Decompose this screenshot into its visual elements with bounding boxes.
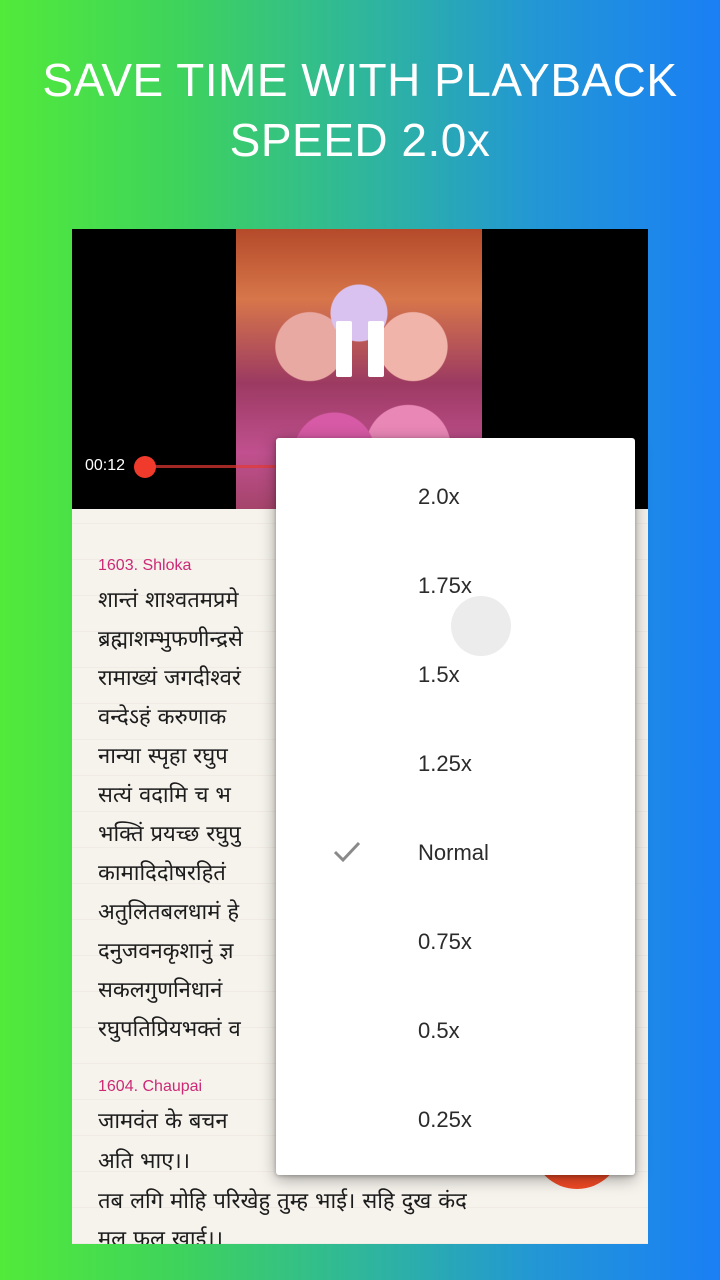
current-time: 00:12 [85,457,126,474]
verse-line: सत्यं वदामि च भ [98,783,231,808]
verse-line: वन्देऽहं करुणाक [98,705,227,730]
verse-line: नान्या स्पृहा रघुप [98,744,228,769]
speed-option-2-0x[interactable]: 2.0x [276,452,635,541]
speed-option-label: 1.25x [418,751,472,776]
verse-line: शान्तं शाश्वतमप्रमे [98,588,239,613]
verse-header: 1603. Shloka [98,557,192,574]
seek-handle[interactable] [134,456,156,478]
speed-option-0-75x[interactable]: 0.75x [276,897,635,986]
verse-line: मूल फल खाई।। [98,1227,224,1244]
speed-option-label: Normal [418,840,489,865]
seek-bar[interactable] [144,465,284,468]
verse-line: अतुलितबलधामं हे [98,900,240,925]
speed-option-1-25x[interactable]: 1.25x [276,719,635,808]
verse-line: कामादिदोषरहितं [98,861,226,886]
playback-speed-menu: 2.0x 1.75x 1.5x 1.25x Normal 0.75x 0.5x … [276,438,635,1175]
verse-line: भक्तिं प्रयच्छ रघुपु [98,822,241,847]
speed-option-1-5x[interactable]: 1.5x [276,630,635,719]
verse-line: रामाख्यं जगदीश्वरं [98,666,241,691]
pause-icon[interactable] [336,321,384,377]
speed-option-0-25x[interactable]: 0.25x [276,1075,635,1164]
speed-option-label: 2.0x [418,484,460,509]
check-icon [333,841,361,863]
verse-line: दनुजवनकृशानुं ज्ञ [98,939,234,964]
speed-option-label: 0.5x [418,1018,460,1043]
verse-line: रघुपतिप्रियभक्तं व [98,1017,241,1042]
speed-option-label: 1.5x [418,662,460,687]
promo-headline: SAVE TIME WITH PLAYBACK SPEED 2.0x [0,50,720,170]
verse-line: सकलगुणनिधानं [98,978,223,1003]
speed-option-1-75x[interactable]: 1.75x [276,541,635,630]
verse-line: अति भाए।। [98,1149,191,1174]
headline-line-1: SAVE TIME WITH PLAYBACK [42,54,678,106]
speed-option-0-5x[interactable]: 0.5x [276,986,635,1075]
speed-option-normal[interactable]: Normal [276,808,635,897]
verse-line: तब लगि मोहि परिखेहु तुम्ह भाई। सहि दुख क… [98,1189,467,1214]
speed-option-label: 0.75x [418,929,472,954]
verse-line: ब्रह्माशम्भुफणीन्द्रसे [98,627,243,652]
headline-line-2: SPEED 2.0x [229,114,491,166]
verse-header: 1604. Chaupai [98,1078,203,1095]
verse-line: जामवंत के बचन [98,1109,228,1134]
speed-option-label: 1.75x [418,573,472,598]
speed-option-label: 0.25x [418,1107,472,1132]
